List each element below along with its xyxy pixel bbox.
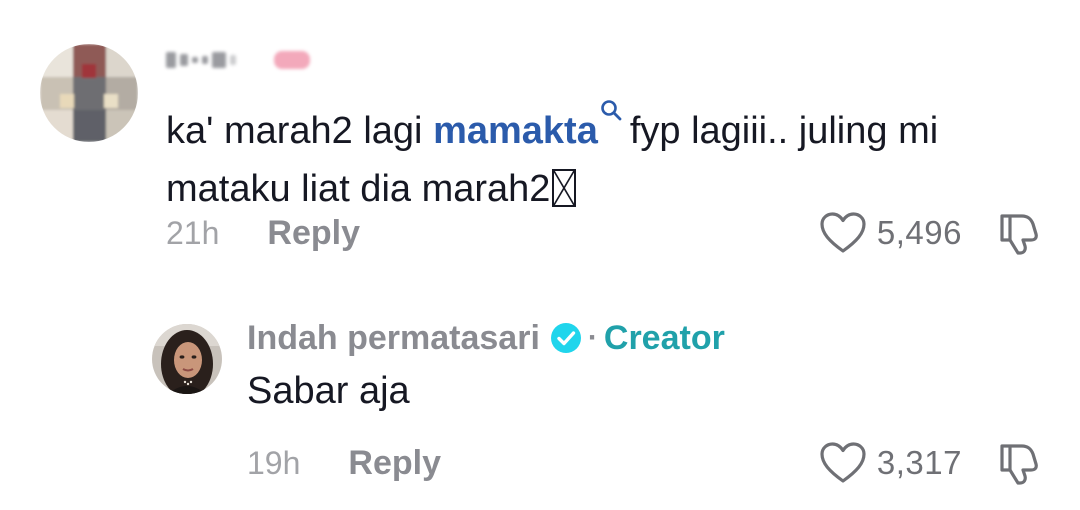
thumbs-down-outline-icon[interactable] xyxy=(996,440,1042,486)
username-row: Indah permatasari · Creator xyxy=(247,318,725,358)
creator-badge: Creator xyxy=(603,318,725,357)
search-icon[interactable] xyxy=(600,80,622,121)
comment-text: Sabar aja xyxy=(247,370,410,412)
thumbs-down-outline-icon[interactable] xyxy=(996,210,1042,256)
comment-meta: 21h Reply xyxy=(166,210,360,256)
avatar[interactable] xyxy=(40,44,138,142)
comment-text-part: ka' marah2 lagi xyxy=(166,110,434,152)
reply-button[interactable]: Reply xyxy=(348,444,441,483)
avatar[interactable] xyxy=(152,324,222,394)
heart-outline-icon[interactable] xyxy=(819,441,867,485)
comment-meta: 19h Reply xyxy=(247,440,441,486)
verified-check-icon xyxy=(550,322,582,354)
separator-dot: · xyxy=(587,321,598,354)
timestamp: 19h xyxy=(247,444,301,481)
comment: ka' marah2 lagi mamakta fyp lagiii.. juli… xyxy=(0,0,1080,280)
like-count: 3,317 xyxy=(876,444,962,481)
reply-comment: Indah permatasari · Creator Sabar aja 19… xyxy=(0,300,1080,510)
timestamp: 21h xyxy=(166,214,220,251)
like-count: 5,496 xyxy=(876,214,962,251)
username[interactable]: Indah permatasari xyxy=(247,319,540,358)
unsupported-emoji-icon xyxy=(552,169,577,207)
heart-outline-icon[interactable] xyxy=(819,211,867,255)
mention-link[interactable]: mamakta xyxy=(433,110,598,152)
comment-actions: 5,496 xyxy=(819,210,1042,256)
like-button[interactable]: 3,317 xyxy=(819,441,962,485)
username-row xyxy=(166,40,310,80)
reply-button[interactable]: Reply xyxy=(267,214,360,253)
like-button[interactable]: 5,496 xyxy=(819,211,962,255)
comment-actions: 3,317 xyxy=(819,440,1042,486)
blurred-username[interactable] xyxy=(166,51,310,69)
comment-text: ka' marah2 lagi mamakta fyp lagiii.. juli… xyxy=(166,80,1046,218)
